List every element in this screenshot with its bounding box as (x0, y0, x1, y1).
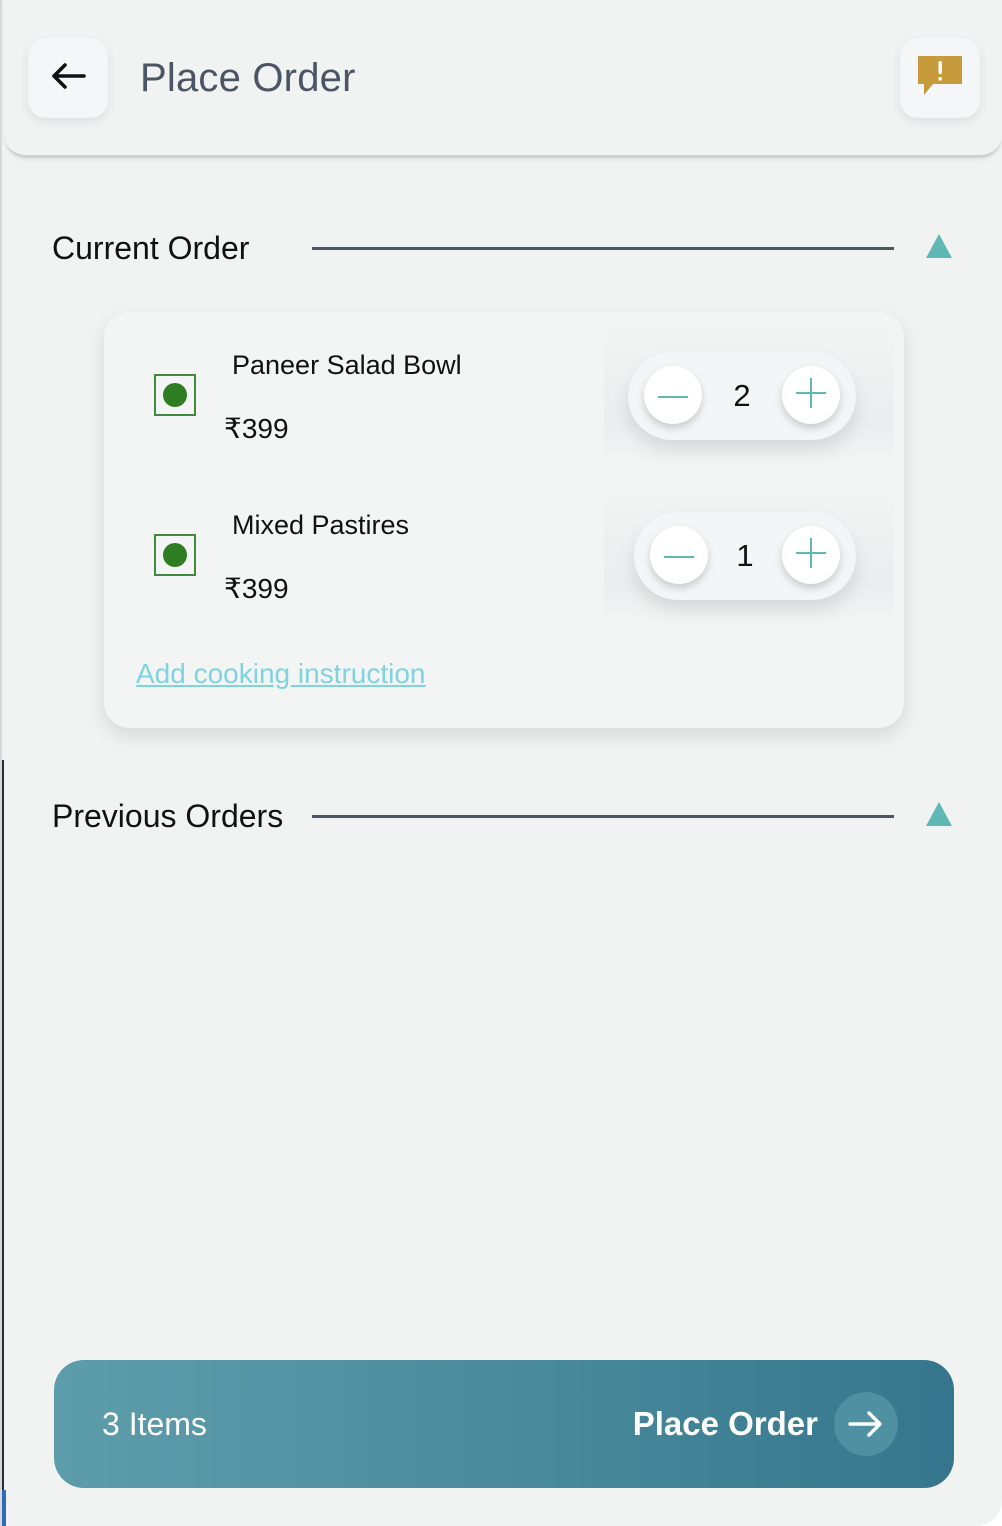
quantity-stepper: 2 (628, 352, 856, 440)
triangle-up-icon (925, 801, 953, 832)
add-cooking-instruction-link[interactable]: Add cooking instruction (136, 658, 426, 690)
triangle-up-icon (925, 233, 953, 264)
veg-dot (163, 383, 187, 407)
item-price: ₹399 (224, 573, 289, 604)
report-issue-button[interactable] (900, 38, 980, 118)
section-divider (312, 247, 894, 250)
current-order-title: Current Order (52, 230, 250, 266)
quantity-value: 1 (736, 538, 754, 573)
item-name: Paneer Salad Bowl (232, 350, 462, 380)
plus-icon (796, 377, 826, 413)
order-item: Mixed Pastires ₹399 1 (104, 484, 904, 624)
plus-icon (796, 537, 826, 573)
current-order-card: Paneer Salad Bowl ₹399 2 Mixed Pastires … (104, 312, 904, 728)
top-app-bar: Place Order (4, 0, 1002, 158)
previous-orders-header: Previous Orders (52, 796, 956, 836)
decrease-quantity-button[interactable] (644, 366, 702, 424)
current-order-header: Current Order (52, 228, 956, 268)
place-order-screen: Place Order Current Order Paneer Salad B… (0, 0, 1002, 1526)
items-count: 3 Items (102, 1406, 207, 1442)
page-title: Place Order (140, 56, 356, 100)
place-order-button[interactable]: 3 Items Place Order (54, 1360, 954, 1488)
increase-quantity-button[interactable] (782, 526, 840, 584)
back-button[interactable] (28, 38, 108, 118)
arrow-right-icon (834, 1392, 898, 1456)
order-item: Paneer Salad Bowl ₹399 2 (104, 324, 904, 464)
quantity-value: 2 (733, 378, 751, 413)
section-divider (312, 815, 894, 818)
previous-orders-title: Previous Orders (52, 798, 284, 834)
minus-icon (658, 386, 688, 404)
item-price: ₹399 (224, 413, 289, 444)
increase-quantity-button[interactable] (782, 366, 840, 424)
veg-indicator (154, 534, 196, 576)
current-order-collapse-toggle[interactable] (924, 233, 954, 264)
item-name: Mixed Pastires (232, 510, 410, 540)
veg-dot (163, 543, 187, 567)
window-edge-accent (2, 1490, 6, 1526)
window-edge (2, 760, 4, 1520)
place-order-label: Place Order (632, 1405, 818, 1442)
quantity-stepper: 1 (634, 512, 856, 600)
decrease-quantity-button[interactable] (650, 526, 708, 584)
report-message-icon (915, 53, 965, 104)
arrow-left-icon (50, 62, 86, 95)
veg-indicator (154, 374, 196, 416)
previous-orders-collapse-toggle[interactable] (924, 801, 954, 832)
minus-icon (664, 546, 694, 564)
